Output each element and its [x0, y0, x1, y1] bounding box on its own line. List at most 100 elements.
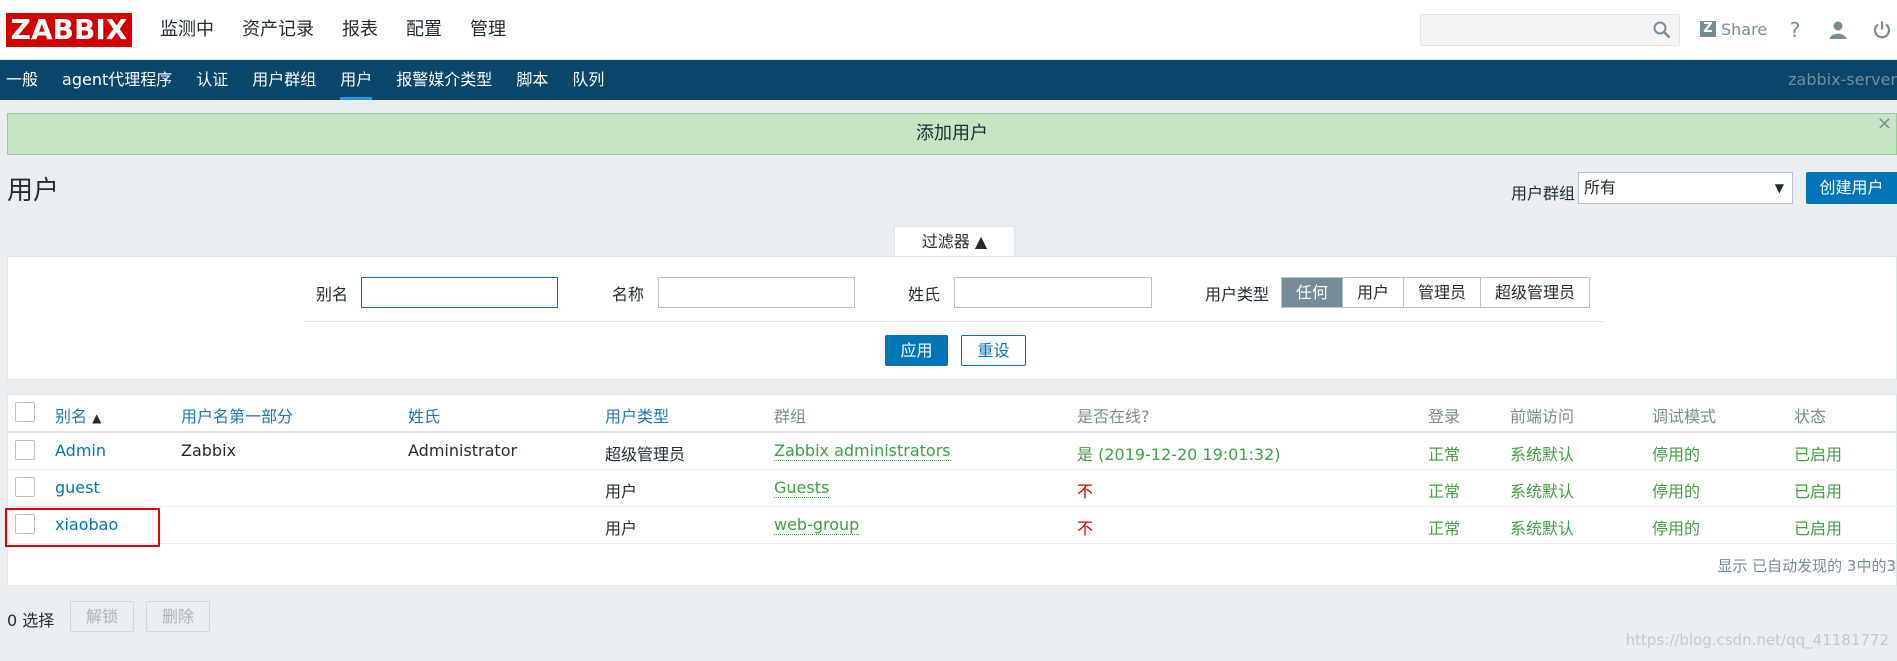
user-online-status: 不: [1077, 482, 1094, 501]
zabbix-logo[interactable]: ZABBIX: [6, 13, 132, 47]
filter-user-type-label: 用户类型: [1205, 285, 1270, 304]
user-online-status: 不: [1077, 519, 1094, 538]
global-search-input[interactable]: [1420, 14, 1680, 46]
selected-count: 0 选择: [7, 611, 55, 630]
user-type-admin[interactable]: 管理员: [1403, 278, 1481, 307]
subnav-general[interactable]: 一般: [0, 60, 50, 100]
user-group-label: 用户群组: [1511, 184, 1576, 203]
filter-surname-label: 姓氏: [908, 285, 941, 304]
user-type: 超级管理员: [605, 445, 686, 464]
users-table: 别名 ▲ 用户名第一部分 姓氏 用户类型 群组 是否在线? 登录 前端访问 调试…: [7, 394, 1897, 586]
col-surname-header[interactable]: 姓氏: [408, 403, 440, 427]
col-online-header: 是否在线?: [1077, 407, 1150, 426]
user-frontend-access: 系统默认: [1510, 445, 1575, 464]
subnav-user-groups[interactable]: 用户群组: [240, 60, 328, 100]
user-status[interactable]: 已启用: [1794, 478, 1842, 502]
unblock-button[interactable]: 解锁: [70, 601, 134, 632]
col-frontend-header: 前端访问: [1510, 407, 1575, 426]
subnav-scripts[interactable]: 脚本: [504, 60, 560, 100]
filter-collapse-icon: ▲: [974, 232, 988, 251]
col-groups-header: 群组: [774, 407, 807, 426]
power-icon[interactable]: [1870, 18, 1894, 42]
reset-button[interactable]: 重设: [961, 335, 1026, 366]
table-footer-count: 显示 已自动发现的 3中的3: [1717, 557, 1896, 575]
user-frontend-access: 系统默认: [1510, 482, 1575, 501]
menu-configuration[interactable]: 配置: [392, 0, 456, 60]
apply-button[interactable]: 应用: [885, 335, 948, 366]
menu-monitoring[interactable]: 监测中: [146, 0, 228, 60]
share-link[interactable]: Z Share: [1700, 18, 1767, 40]
user-group-link[interactable]: Zabbix administrators: [774, 441, 951, 461]
filter-name-label: 名称: [612, 285, 645, 304]
create-user-button[interactable]: 创建用户: [1806, 172, 1897, 204]
subnav-users[interactable]: 用户: [328, 60, 384, 100]
user-group-link[interactable]: web-group: [774, 515, 860, 535]
sub-navigation: 一般 agent代理程序 认证 用户群组 用户 报警媒介类型 脚本 队列 zab…: [0, 60, 1897, 100]
user-alias-link[interactable]: guest: [55, 478, 100, 497]
col-login-header: 登录: [1428, 407, 1461, 426]
user-icon[interactable]: [1826, 18, 1850, 42]
share-label: Share: [1721, 19, 1768, 39]
row-checkbox[interactable]: [15, 440, 35, 460]
col-alias-header[interactable]: 别名 ▲: [55, 403, 101, 427]
user-debug-mode[interactable]: 停用的: [1652, 515, 1700, 539]
user-type-super-admin[interactable]: 超级管理员: [1480, 278, 1590, 307]
user-type: 用户: [605, 482, 638, 501]
col-type-header[interactable]: 用户类型: [605, 403, 669, 427]
filter-divider: [304, 321, 1604, 322]
table-row: xiaobao 用户 web-group 不 正常 系统默认 停用的 已启用: [8, 507, 1897, 544]
watermark: https://blog.csdn.net/qq_41181772: [1625, 631, 1889, 649]
server-name: zabbix-server: [1788, 70, 1897, 89]
table-row: Admin Zabbix Administrator 超级管理员 Zabbix …: [8, 433, 1897, 470]
subnav-queue[interactable]: 队列: [560, 60, 616, 100]
user-login-status: 正常: [1428, 482, 1461, 501]
help-icon[interactable]: ?: [1783, 18, 1807, 42]
menu-administration[interactable]: 管理: [456, 0, 520, 60]
user-login-status: 正常: [1428, 519, 1461, 538]
search-icon[interactable]: [1653, 21, 1671, 39]
sort-asc-icon: ▲: [92, 411, 102, 425]
main-menu: 监测中 资产记录 报表 配置 管理: [146, 0, 520, 60]
close-icon[interactable]: ×: [1877, 104, 1892, 144]
filter-name-input[interactable]: [658, 277, 855, 308]
subnav-authentication[interactable]: 认证: [184, 60, 240, 100]
subnav-media-types[interactable]: 报警媒介类型: [384, 60, 504, 100]
chevron-down-icon: ▼: [1774, 181, 1784, 195]
user-login-status: 正常: [1428, 445, 1461, 464]
select-all-checkbox[interactable]: [15, 402, 35, 422]
filter-alias-label: 别名: [316, 285, 349, 304]
col-debug-header: 调试模式: [1652, 407, 1717, 426]
user-type-any[interactable]: 任何: [1282, 278, 1343, 307]
user-type: 用户: [605, 519, 638, 538]
col-alias-label: 别名: [55, 407, 88, 426]
user-online-status: 是 (2019-12-20 19:01:32): [1077, 445, 1281, 464]
user-group-select[interactable]: 所有 ▼: [1578, 172, 1793, 204]
success-message-text: 添加用户: [916, 123, 988, 144]
user-type-segmented: 任何 用户 管理员 超级管理员: [1281, 277, 1591, 308]
col-status-header: 状态: [1794, 407, 1827, 426]
user-status[interactable]: 已启用: [1794, 515, 1842, 539]
share-z-icon: Z: [1700, 21, 1716, 37]
user-debug-mode[interactable]: 停用的: [1652, 441, 1700, 465]
user-frontend-access: 系统默认: [1510, 519, 1575, 538]
filter-surname-input[interactable]: [954, 277, 1152, 308]
red-highlight-box: [5, 508, 160, 547]
menu-inventory[interactable]: 资产记录: [228, 0, 328, 60]
delete-button[interactable]: 删除: [146, 601, 210, 632]
row-checkbox[interactable]: [15, 477, 35, 497]
filter-tab-label: 过滤器: [921, 232, 970, 251]
filter-tab[interactable]: 过滤器 ▲: [894, 226, 1015, 256]
menu-reports[interactable]: 报表: [328, 0, 392, 60]
subnav-proxies[interactable]: agent代理程序: [50, 60, 184, 100]
col-name-header[interactable]: 用户名第一部分: [181, 403, 293, 427]
top-header: ZABBIX 监测中 资产记录 报表 配置 管理 Z Share ?: [0, 0, 1897, 60]
user-group-link[interactable]: Guests: [774, 478, 830, 498]
user-group-select-value: 所有: [1584, 178, 1617, 197]
success-message: 添加用户 ×: [7, 113, 1897, 155]
user-status[interactable]: 已启用: [1794, 441, 1842, 465]
user-alias-link[interactable]: Admin: [55, 441, 106, 460]
user-debug-mode[interactable]: 停用的: [1652, 478, 1700, 502]
filter-alias-input[interactable]: [361, 277, 558, 308]
user-type-user[interactable]: 用户: [1342, 278, 1404, 307]
table-row: guest 用户 Guests 不 正常 系统默认 停用的 已启用: [8, 470, 1897, 507]
